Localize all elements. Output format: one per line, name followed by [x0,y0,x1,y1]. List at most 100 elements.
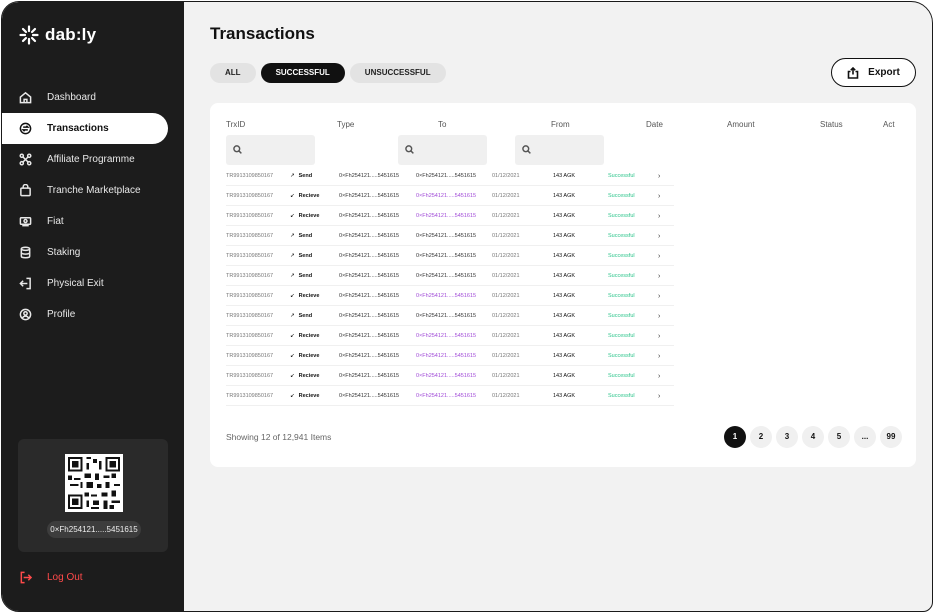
row-action-chevron-icon[interactable]: › [658,393,660,400]
filter-tab-all[interactable]: ALL [210,63,256,83]
cell-status: Successful [608,373,635,379]
filter-tab-unsuccessful[interactable]: UNSUCCESSFUL [349,63,446,83]
type-label: Recieve [298,393,320,399]
cell-trx-id: TR9913109850167 [226,213,274,219]
table-row[interactable]: TR9913109850167 ↗ Send 0×Fh254121.....54516… [226,246,674,266]
sidebar-item-affiliate-programme[interactable]: Affiliate Programme [2,144,184,175]
header-date[interactable]: Date [646,120,663,129]
page-button-2[interactable]: 2 [750,426,772,448]
row-action-chevron-icon[interactable]: › [658,193,660,200]
header-type[interactable]: Type [337,120,354,129]
row-action-chevron-icon[interactable]: › [658,373,660,380]
sidebar-item-dashboard[interactable]: Dashboard [2,82,184,113]
row-action-chevron-icon[interactable]: › [658,313,660,320]
table-row[interactable]: TR9913109850167 ↗ Send 0×Fh254121.....54516… [226,226,674,246]
cell-to: 0×Fh254121.....5451615 [339,393,400,399]
arrow-up-right-icon: ↗ [290,273,295,279]
arrow-down-left-icon: ↙ [290,333,295,339]
table-row[interactable]: TR9913109850167 ↗ Send 0×Fh254121.....54516… [226,166,674,186]
cell-from: 0×Fh254121.....5451615 [416,313,477,319]
wallet-card: 0×Fh254121.....5451615 [18,439,168,552]
table-row[interactable]: TR9913109850167 ↗ Send 0×Fh254121.....54516… [226,306,674,326]
cell-to: 0×Fh254121.....5451615 [339,233,400,239]
arrow-up-right-icon: ↗ [290,233,295,239]
type-label: Send [298,313,313,319]
wallet-address[interactable]: 0×Fh254121.....5451615 [47,521,141,538]
row-action-chevron-icon[interactable]: › [658,293,660,300]
brand-logo[interactable]: dab:ly [19,25,96,45]
sidebar-item-label: Dashboard [47,92,96,103]
search-input-to[interactable] [398,135,487,165]
row-action-chevron-icon[interactable]: › [658,173,660,180]
cell-trx-id: TR9913109850167 [226,373,274,379]
cell-from: 0×Fh254121.....5451615 [416,293,477,299]
cell-amount: 143 AGK [553,253,576,259]
page-button-1[interactable]: 1 [724,426,746,448]
row-action-chevron-icon[interactable]: › [658,273,660,280]
arrow-down-left-icon: ↙ [290,393,295,399]
header-from[interactable]: From [551,120,570,129]
cell-type: ↗ Send [290,173,312,179]
search-input-trxid[interactable] [226,135,315,165]
page-button-3[interactable]: 3 [776,426,798,448]
logout-button[interactable]: Log Out [19,571,83,584]
cell-to: 0×Fh254121.....5451615 [339,253,400,259]
cell-status: Successful [608,353,635,359]
header-to[interactable]: To [438,120,446,129]
table-row[interactable]: TR9913109850167 ↙ Recieve 0×Fh254121.....54… [226,206,674,226]
arrow-up-right-icon: ↗ [290,253,295,259]
cell-from: 0×Fh254121.....5451615 [416,213,477,219]
header-trxid[interactable]: TrxID [226,120,245,129]
cell-date: 01/12/2021 [492,253,520,259]
header-amount[interactable]: Amount [727,120,755,129]
search-icon [233,145,242,154]
page-button-5[interactable]: 5 [828,426,850,448]
filter-tab-successful[interactable]: SUCCESSFUL [260,63,345,83]
sidebar-item-staking[interactable]: Staking [2,237,184,268]
cash-icon [19,215,32,228]
type-label: Send [298,253,313,259]
table-row[interactable]: TR9913109850167 ↙ Recieve 0×Fh254121.....54… [226,326,674,346]
header-act[interactable]: Act [883,120,895,129]
sidebar: dab:ly Dashboard Transactions Affiliate Pr… [2,2,184,611]
row-action-chevron-icon[interactable]: › [658,333,660,340]
search-input-from[interactable] [515,135,604,165]
pagination-ellipsis[interactable]: ... [854,426,876,448]
app-window: dab:ly Dashboard Transactions Affiliate Pr… [1,1,933,612]
row-action-chevron-icon[interactable]: › [658,213,660,220]
items-count: Showing 12 of 12,941 Items [226,432,332,442]
search-icon [522,145,531,154]
sidebar-item-physical-exit[interactable]: Physical Exit [2,268,184,299]
sidebar-item-profile[interactable]: Profile [2,299,184,330]
table-row[interactable]: TR9913109850167 ↗ Send 0×Fh254121.....54516… [226,266,674,286]
page-button-4[interactable]: 4 [802,426,824,448]
cell-status: Successful [608,193,635,199]
cell-type: ↙ Recieve [290,373,319,379]
cell-type: ↗ Send [290,313,312,319]
cell-date: 01/12/2021 [492,313,520,319]
cell-date: 01/12/2021 [492,193,520,199]
asterisk-logo-icon [19,25,39,45]
transactions-icon [19,122,32,135]
cell-date: 01/12/2021 [492,393,520,399]
sidebar-item-tranche-marketplace[interactable]: Tranche Marketplace [2,175,184,206]
row-action-chevron-icon[interactable]: › [658,353,660,360]
table-row[interactable]: TR9913109850167 ↙ Recieve 0×Fh254121.....54… [226,386,674,406]
cell-to: 0×Fh254121.....5451615 [339,173,400,179]
page-button-99[interactable]: 99 [880,426,902,448]
sidebar-item-transactions[interactable]: Transactions [2,113,168,144]
table-row[interactable]: TR9913109850167 ↙ Recieve 0×Fh254121.....54… [226,346,674,366]
header-status[interactable]: Status [820,120,843,129]
row-action-chevron-icon[interactable]: › [658,233,660,240]
export-button[interactable]: Export [831,58,916,87]
sidebar-item-fiat[interactable]: Fiat [2,206,184,237]
cell-trx-id: TR9913109850167 [226,313,274,319]
pagination: 1 2 3 4 5... 99 [724,426,902,448]
row-action-chevron-icon[interactable]: › [658,253,660,260]
table-row[interactable]: TR9913109850167 ↙ Recieve 0×Fh254121.....54… [226,286,674,306]
bag-icon [19,184,32,197]
table-row[interactable]: TR9913109850167 ↙ Recieve 0×Fh254121.....54… [226,366,674,386]
type-label: Recieve [298,333,320,339]
table-row[interactable]: TR9913109850167 ↙ Recieve 0×Fh254121.....54… [226,186,674,206]
home-icon [19,91,32,104]
